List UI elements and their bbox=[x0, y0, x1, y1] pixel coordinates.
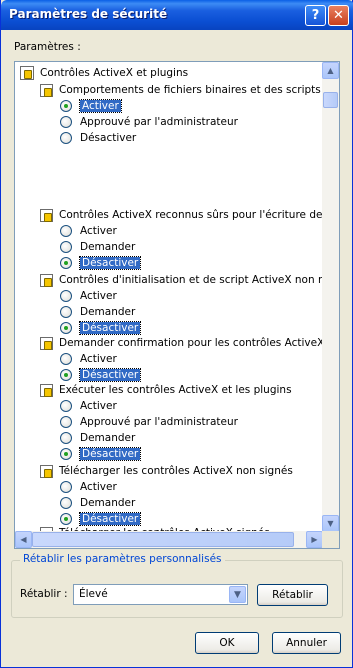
setting-category-icon bbox=[40, 464, 53, 478]
setting-option[interactable]: Approuvé par l'administrateur bbox=[60, 414, 238, 430]
reset-label: Rétablir : bbox=[20, 588, 68, 600]
setting-option-label: Activer bbox=[80, 225, 117, 237]
setting-option[interactable]: Demander bbox=[60, 304, 135, 320]
setting-category-label: Demander confirmation pour les contrôles… bbox=[59, 337, 323, 349]
title-bar[interactable]: Paramètres de sécurité ? ✕ bbox=[1, 0, 353, 30]
setting-option[interactable]: Activer bbox=[60, 223, 117, 239]
settings-tree[interactable]: Contrôles ActiveX et plugins Comportemen… bbox=[14, 61, 340, 549]
setting-option-label: Désactiver bbox=[78, 447, 142, 461]
reset-level-value: Élevé bbox=[79, 588, 108, 600]
scroll-down-button[interactable]: ▼ bbox=[322, 515, 339, 532]
radio-checked[interactable] bbox=[60, 100, 72, 112]
setting-category: Contrôles d'initialisation et de script … bbox=[40, 272, 323, 288]
settings-category-icon bbox=[20, 66, 34, 80]
reset-group-title: Rétablir les paramètres personnalisés bbox=[20, 553, 225, 565]
setting-option-label: Demander bbox=[80, 497, 136, 509]
setting-option[interactable]: Approuvé par l'administrateur bbox=[60, 114, 238, 130]
radio-unchecked[interactable] bbox=[60, 116, 72, 128]
setting-option[interactable]: Activer bbox=[60, 479, 117, 495]
chevron-down-icon[interactable]: ▼ bbox=[229, 586, 246, 603]
close-button[interactable]: ✕ bbox=[328, 5, 349, 26]
radio-unchecked[interactable] bbox=[60, 481, 72, 493]
radio-checked[interactable] bbox=[60, 322, 72, 334]
setting-option-label: Activer bbox=[80, 481, 117, 493]
setting-category: Télécharger les contrôles ActiveX non si… bbox=[40, 463, 293, 479]
setting-option[interactable]: Demander bbox=[60, 430, 135, 446]
radio-checked[interactable] bbox=[60, 257, 72, 269]
setting-option-label: Demander bbox=[80, 241, 136, 253]
reset-level-select[interactable]: Élevé ▼ bbox=[73, 584, 248, 605]
window-title: Paramètres de sécurité bbox=[9, 7, 168, 21]
setting-option-label: Approuvé par l'administrateur bbox=[80, 416, 238, 428]
setting-category-icon bbox=[40, 383, 53, 397]
setting-category-icon bbox=[40, 336, 53, 350]
setting-category-label: Contrôles ActiveX reconnus sûrs pour l'é… bbox=[59, 209, 323, 221]
radio-unchecked[interactable] bbox=[60, 400, 72, 412]
setting-category-label: Exécuter les contrôles ActiveX et les pl… bbox=[59, 384, 292, 396]
vertical-scrollbar[interactable]: ▲ ▼ bbox=[322, 62, 339, 532]
radio-unchecked[interactable] bbox=[60, 432, 72, 444]
radio-unchecked[interactable] bbox=[60, 497, 72, 509]
scroll-right-button[interactable]: ▶ bbox=[306, 531, 323, 548]
setting-option-label: Activer bbox=[80, 353, 117, 365]
setting-category-icon bbox=[40, 273, 53, 287]
setting-option-label: Désactiver bbox=[78, 368, 142, 382]
setting-option-label: Approuvé par l'administrateur bbox=[80, 116, 238, 128]
cancel-button[interactable]: Annuler bbox=[272, 632, 341, 654]
setting-option[interactable]: Activer bbox=[60, 398, 117, 414]
setting-option[interactable]: Désactiver bbox=[60, 446, 142, 462]
tree-root: Contrôles ActiveX et plugins bbox=[20, 65, 188, 81]
settings-label: Paramètres : bbox=[14, 41, 81, 53]
help-button[interactable]: ? bbox=[305, 5, 326, 26]
scroll-up-button[interactable]: ▲ bbox=[322, 62, 339, 79]
setting-category-icon bbox=[40, 208, 53, 222]
scrollbar-corner bbox=[322, 531, 339, 548]
setting-option[interactable]: Désactiver bbox=[60, 130, 136, 146]
setting-category: Demander confirmation pour les contrôles… bbox=[40, 335, 323, 351]
setting-option-label: Désactiver bbox=[78, 256, 142, 270]
radio-unchecked[interactable] bbox=[60, 290, 72, 302]
setting-option-label: Activer bbox=[79, 99, 122, 113]
setting-option[interactable]: Activer bbox=[60, 351, 117, 367]
settings-tree-content: Contrôles ActiveX et plugins Comportemen… bbox=[15, 62, 323, 532]
setting-option-label: Désactiver bbox=[78, 321, 142, 335]
radio-checked[interactable] bbox=[60, 369, 72, 381]
setting-category-icon bbox=[40, 83, 53, 97]
setting-option[interactable]: Désactiver bbox=[60, 320, 142, 336]
setting-category-label: Télécharger les contrôles ActiveX non si… bbox=[59, 465, 293, 477]
radio-unchecked[interactable] bbox=[60, 225, 72, 237]
setting-option[interactable]: Activer bbox=[60, 288, 117, 304]
setting-category: Comportements de fichiers binaires et de… bbox=[40, 82, 321, 98]
setting-category: Exécuter les contrôles ActiveX et les pl… bbox=[40, 382, 292, 398]
setting-option[interactable]: Désactiver bbox=[60, 367, 142, 383]
setting-category: Contrôles ActiveX reconnus sûrs pour l'é… bbox=[40, 207, 323, 223]
scroll-left-button[interactable]: ◀ bbox=[15, 531, 32, 548]
security-settings-dialog: Paramètres de sécurité ? ✕ Paramètres : … bbox=[0, 0, 353, 668]
radio-unchecked[interactable] bbox=[60, 353, 72, 365]
radio-unchecked[interactable] bbox=[60, 241, 72, 253]
radio-checked[interactable] bbox=[60, 448, 72, 460]
setting-option[interactable]: Demander bbox=[60, 239, 135, 255]
setting-category-label: Comportements de fichiers binaires et de… bbox=[59, 84, 321, 96]
setting-option-label: Activer bbox=[80, 290, 117, 302]
setting-option[interactable]: Désactiver bbox=[60, 255, 142, 271]
reset-button[interactable]: Rétablir bbox=[257, 584, 328, 606]
setting-option-label: Demander bbox=[80, 432, 136, 444]
radio-checked[interactable] bbox=[60, 513, 72, 525]
radio-unchecked[interactable] bbox=[60, 306, 72, 318]
vertical-scroll-thumb[interactable] bbox=[323, 92, 338, 108]
setting-option-label: Activer bbox=[80, 400, 117, 412]
setting-option-label: Désactiver bbox=[78, 512, 142, 526]
setting-category-label: Contrôles d'initialisation et de script … bbox=[59, 274, 323, 286]
setting-option[interactable]: Demander bbox=[60, 495, 135, 511]
horizontal-scrollbar[interactable]: ◀ ▶ bbox=[15, 531, 323, 548]
radio-unchecked[interactable] bbox=[60, 416, 72, 428]
setting-option-label: Demander bbox=[80, 306, 136, 318]
radio-unchecked[interactable] bbox=[60, 132, 72, 144]
setting-option-label: Désactiver bbox=[80, 132, 137, 144]
ok-button[interactable]: OK bbox=[195, 632, 259, 654]
setting-option[interactable]: Activer bbox=[60, 98, 122, 114]
tree-root-label: Contrôles ActiveX et plugins bbox=[40, 67, 189, 79]
horizontal-scroll-thumb[interactable] bbox=[32, 532, 294, 547]
